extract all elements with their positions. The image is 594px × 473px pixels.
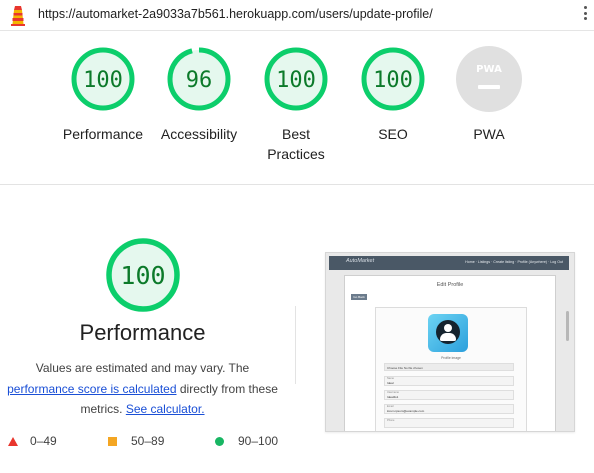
svg-text:96: 96 [186, 68, 213, 93]
legend-range: 50–89 [131, 434, 165, 448]
svg-text:100: 100 [83, 68, 123, 93]
performance-description: Values are estimated and may vary. The p… [0, 358, 285, 420]
thumb-field: Name Ideal [384, 376, 514, 386]
gauge-label: Accessibility [160, 126, 238, 142]
gauge-pwa[interactable]: PWA PWA [446, 46, 532, 144]
svg-text:100: 100 [373, 68, 413, 93]
thumb-navbar: AutoMarket Home · Listings · Create list… [329, 256, 569, 270]
desc-text-prefix: Values are estimated and may vary. The [35, 361, 250, 375]
legend-average: 50–89 [108, 434, 164, 448]
url-bar: https://automarket-2a9033a7b561.herokuap… [0, 0, 594, 31]
thumb-scrollbar [566, 311, 569, 341]
svg-text:PWA: PWA [476, 64, 502, 75]
gauge-label-line1: Best [281, 126, 310, 142]
gauge-label: Performance [62, 126, 144, 142]
thumb-card: Edit Profile Go Back Profile image Choos… [344, 275, 556, 431]
score-gauge-icon: 100 [71, 47, 135, 111]
section-divider [0, 184, 594, 185]
thumb-form: Profile image Choose File No file chosen… [375, 307, 527, 431]
svg-text:100: 100 [120, 261, 165, 290]
more-options-icon[interactable] [581, 6, 589, 24]
score-gauge-icon: 100 [106, 238, 180, 312]
legend-fail: 0–49 [8, 434, 57, 448]
circle-icon [215, 436, 224, 446]
gauge-label: PWA [473, 126, 505, 142]
gauge-accessibility[interactable]: 96 Accessibility [155, 46, 243, 144]
triangle-icon [8, 436, 18, 446]
vertical-divider [295, 306, 296, 384]
gauge-seo[interactable]: 100 SEO [350, 46, 436, 144]
legend-range: 0–49 [30, 434, 57, 448]
gauge-best-practices[interactable]: 100 Best Practices [252, 46, 340, 164]
legend-pass: 90–100 [215, 434, 278, 448]
performance-title: Performance [79, 320, 206, 345]
score-gauge-icon: 96 [167, 47, 231, 111]
score-gauge-icon: 100 [264, 47, 328, 111]
thumb-page-title: Edit Profile [436, 282, 464, 288]
thumb-field: Email lorem.ipsum@example.com [384, 404, 514, 414]
gauge-performance[interactable]: 100 Performance [58, 46, 148, 144]
gauge-label: SEO [378, 126, 408, 142]
thumb-file-row: Choose File No file chosen [384, 363, 514, 371]
square-icon [108, 436, 117, 446]
thumb-field: Username Ideal4s1 [384, 390, 514, 400]
page-screenshot-thumbnail[interactable]: AutoMarket Home · Listings · Create list… [325, 252, 575, 432]
thumb-brand: AutoMarket [346, 258, 375, 264]
performance-gauge-large: 100 [104, 236, 182, 314]
gauge-label-line2: Practices [267, 146, 325, 162]
thumb-field: Phone [384, 418, 514, 428]
score-gauge-icon: 100 [361, 47, 425, 111]
see-calculator-link[interactable]: See calculator. [126, 402, 205, 416]
score-calculated-link[interactable]: performance score is calculated [7, 382, 176, 396]
page-url: https://automarket-2a9033a7b561.herokuap… [38, 7, 433, 21]
thumb-back-button: Go Back [351, 294, 367, 300]
lighthouse-icon [11, 6, 25, 26]
thumb-nav-links: Home · Listings · Create listing · Profi… [465, 260, 563, 264]
legend-range: 90–100 [238, 434, 279, 448]
svg-text:100: 100 [276, 68, 316, 93]
pwa-badge-icon: PWA [456, 46, 522, 112]
thumb-image-caption: Profile image [441, 356, 461, 360]
user-avatar-icon [428, 314, 468, 352]
